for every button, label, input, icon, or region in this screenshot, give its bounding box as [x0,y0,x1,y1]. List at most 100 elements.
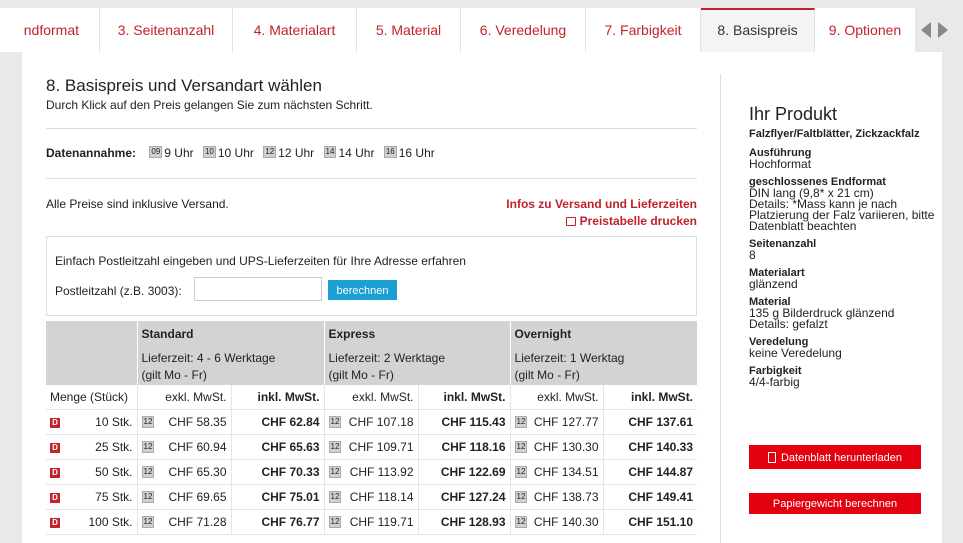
price-incl-cell[interactable]: CHF 75.01 [230,484,324,510]
product-attribute: Seitenanzahl 8 [749,239,944,262]
col-excl: exkl. MwSt. [323,385,418,410]
price-excl-cell[interactable]: 12 CHF 138.73 [509,484,604,510]
divider [46,178,697,179]
qty-cell: D 10 Stk. [46,409,137,435]
time-label: 12 Uhr [278,146,315,160]
price-excl-cell[interactable]: 12 CHF 113.92 [323,459,418,485]
table-header-groups: Standard Lieferzeit: 4 - 6 Werktage (gilt … [46,321,698,385]
price-incl-cell[interactable]: CHF 140.33 [602,434,698,460]
price-incl-cell[interactable]: CHF 76.77 [230,509,324,535]
paper-weight-button[interactable]: Papiergewicht berechnen [749,493,921,514]
product-attributes: Ausführung Hochformat geschlossenes Endfor… [749,148,944,395]
d-badge-icon: D [50,468,60,478]
sidebar-title: Ihr Produkt [749,104,838,124]
qty-label: 100 Stk. [88,515,133,529]
cell-badge: 12 [514,441,528,453]
time-badge: 09 [149,146,163,158]
qty-label: 25 Stk. [95,440,133,454]
time-badge: 16 [383,146,397,158]
price-excl: CHF 119.71 [349,515,414,529]
qty-cell: D 50 Stk. [46,459,137,485]
page-subtitle: Durch Klick auf den Preis gelangen Sie z… [46,98,373,112]
qty-label: 10 Stk. [95,415,133,429]
qty-cell: D 100 Stk. [46,509,137,535]
time-label: 9 Uhr [164,146,194,160]
cell-badge: 12 [514,491,528,503]
attribute-value: 8 [749,248,756,262]
step-tabs: ndformat 3. Seitenanzahl 4. Materialart … [0,8,963,52]
cell-badge: 12 [514,466,528,478]
price-excl: CHF 60.94 [168,440,227,454]
price-excl-cell[interactable]: 12 CHF 60.94 [136,434,231,460]
price-incl-cell[interactable]: CHF 151.10 [602,509,698,535]
cell-badge: 12 [328,491,342,503]
price-excl: CHF 65.30 [168,465,227,479]
cell-badge: 12 [328,516,342,528]
tab-materialart[interactable]: 4. Materialart [233,8,357,52]
attribute-value: 135 g Bilderdruck glänzend Details: gefa… [749,306,895,331]
tab-material[interactable]: 5. Material [357,8,461,52]
price-incl-cell[interactable]: CHF 122.69 [417,459,511,485]
price-excl-cell[interactable]: 12 CHF 134.51 [509,459,604,485]
price-excl-cell[interactable]: 12 CHF 130.30 [509,434,604,460]
price-incl-cell[interactable]: CHF 62.84 [230,409,324,435]
tab-optionen[interactable]: 9. Optionen [815,8,915,52]
qty-label: 75 Stk. [95,490,133,504]
tab-veredelung[interactable]: 6. Veredelung [461,8,586,52]
time-badge: 10 [202,146,216,158]
price-incl-cell[interactable]: CHF 70.33 [230,459,324,485]
tab-endformat[interactable]: ndformat [0,8,100,52]
cell-badge: 12 [514,416,528,428]
table-row: D 75 Stk. 12 CHF 69.65 CHF 75.01 12 CHF 118.14… [46,484,698,510]
header-express: Express Lieferzeit: 2 Werktage (gilt Mo - … [323,321,511,385]
postcode-box: Einfach Postleitzahl eingeben und UPS-Li… [46,236,697,316]
price-excl-cell[interactable]: 12 CHF 71.28 [136,509,231,535]
attribute-value: DIN lang (9,8* x 21 cm) Details: *Mass k… [749,186,935,233]
price-excl-cell[interactable]: 12 CHF 140.30 [509,509,604,535]
price-excl-cell[interactable]: 12 CHF 107.18 [323,409,418,435]
price-excl-cell[interactable]: 12 CHF 69.65 [136,484,231,510]
download-datasheet-button[interactable]: Datenblatt herunterladen [749,445,921,469]
time-label: 10 Uhr [217,146,254,160]
price-excl-cell[interactable]: 12 CHF 119.71 [323,509,418,535]
calculate-button[interactable]: berechnen [328,280,397,300]
tab-seitenanzahl[interactable]: 3. Seitenanzahl [100,8,233,52]
product-attribute: geschlossenes Endformat DIN lang (9,8* x … [749,177,944,233]
arrow-left-icon[interactable] [921,22,931,38]
cell-badge: 12 [328,416,342,428]
product-attribute: Material 135 g Bilderdruck glänzend Detai… [749,297,944,331]
col-excl: exkl. MwSt. [509,385,604,410]
price-incl-cell[interactable]: CHF 144.87 [602,459,698,485]
col-qty: Menge (Stück) [46,385,137,410]
d-badge-icon: D [50,493,60,503]
infos-link[interactable]: Infos zu Versand und Lieferzeiten [506,197,697,211]
price-excl-cell[interactable]: 12 CHF 58.35 [136,409,231,435]
tab-basispreis[interactable]: 8. Basispreis [701,8,815,52]
time-label: 16 Uhr [398,146,435,160]
price-incl-cell[interactable]: CHF 128.93 [417,509,511,535]
cell-badge: 12 [141,466,155,478]
price-incl-cell[interactable]: CHF 149.41 [602,484,698,510]
price-excl: CHF 109.71 [348,440,414,454]
price-incl-cell[interactable]: CHF 137.61 [602,409,698,435]
datenannahme: Datenannahme: 09 9 Uhr 10 10 Uhr 12 12 Uhr … [46,146,435,160]
col-excl: exkl. MwSt. [136,385,231,410]
cell-badge: 12 [141,516,155,528]
price-incl-cell[interactable]: CHF 115.43 [417,409,511,435]
postcode-input[interactable] [194,277,322,301]
time-label: 14 Uhr [338,146,375,160]
divider [46,128,697,129]
price-excl-cell[interactable]: 12 CHF 109.71 [323,434,418,460]
download-datasheet-label: Datenblatt herunterladen [780,452,903,464]
price-excl-cell[interactable]: 12 CHF 118.14 [323,484,418,510]
price-incl-cell[interactable]: CHF 127.24 [417,484,511,510]
qty-label: 50 Stk. [95,465,133,479]
print-link[interactable]: Preistabelle drucken [565,214,697,228]
price-excl-cell[interactable]: 12 CHF 127.77 [509,409,604,435]
postcode-info: Einfach Postleitzahl eingeben und UPS-Li… [55,254,466,268]
arrow-right-icon[interactable] [938,22,948,38]
price-incl-cell[interactable]: CHF 118.16 [417,434,511,460]
tab-farbigkeit[interactable]: 7. Farbigkeit [586,8,701,52]
price-incl-cell[interactable]: CHF 65.63 [230,434,324,460]
price-excl-cell[interactable]: 12 CHF 65.30 [136,459,231,485]
